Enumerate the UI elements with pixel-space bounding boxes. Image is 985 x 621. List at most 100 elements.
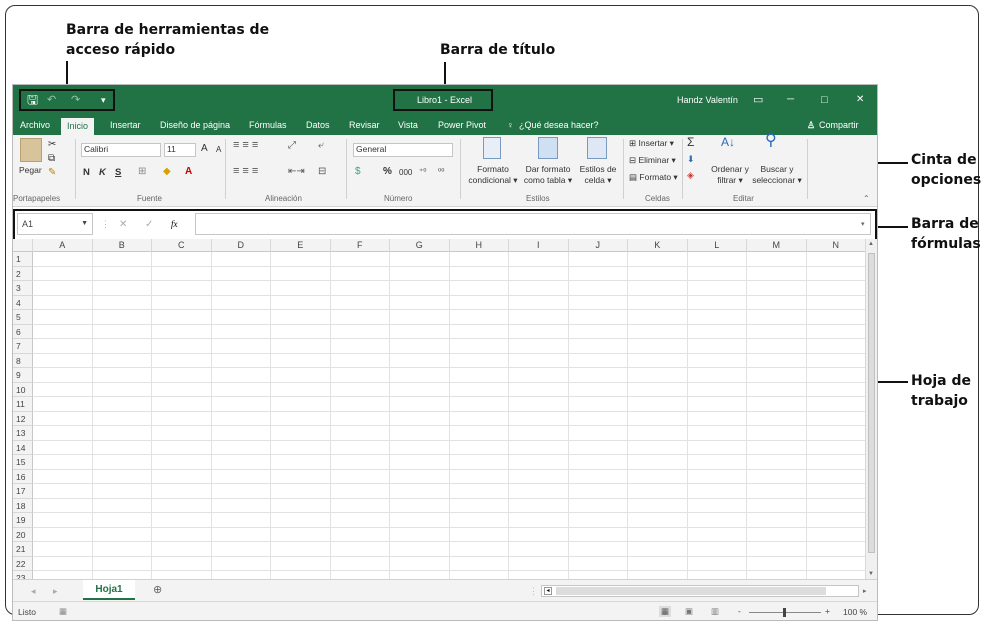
row-header[interactable]: 22 [13, 556, 33, 571]
row-header[interactable]: 5 [13, 310, 33, 325]
font-color-icon[interactable]: A [185, 166, 192, 177]
autosum-icon[interactable]: Σ [687, 136, 694, 148]
column-header[interactable]: E [271, 239, 331, 252]
row-header[interactable]: 21 [13, 542, 33, 557]
row-header[interactable]: 19 [13, 513, 33, 528]
grow-font-button[interactable]: A [201, 143, 208, 154]
find-select-button[interactable]: Buscar y seleccionar ▾ [751, 164, 803, 186]
column-header[interactable]: A [33, 239, 93, 252]
thousands-button[interactable]: 000 [399, 167, 412, 178]
tab-datos[interactable]: Datos [304, 115, 332, 135]
tab-diseno-pagina[interactable]: Diseño de página [158, 115, 232, 135]
collapse-ribbon-icon[interactable]: ⌃ [863, 193, 870, 204]
zoom-level[interactable]: 100 % [843, 607, 867, 618]
row-header[interactable]: 9 [13, 368, 33, 383]
column-header[interactable]: L [687, 239, 747, 252]
row-header[interactable]: 1 [13, 252, 33, 267]
scroll-right-icon[interactable]: ▸ [863, 586, 867, 597]
wrap-text-icon[interactable]: ⤶ [318, 140, 324, 151]
column-header[interactable]: G [390, 239, 450, 252]
paste-button[interactable]: Pegar [19, 165, 42, 176]
normal-view-icon[interactable]: ▦ [659, 606, 672, 617]
scroll-down-icon[interactable]: ▼ [868, 571, 874, 577]
find-select-icon[interactable]: ⚲ [765, 133, 777, 149]
tab-insertar[interactable]: Insertar [108, 115, 143, 135]
row-header[interactable]: 15 [13, 455, 33, 470]
font-size-select[interactable]: 11 [164, 143, 196, 157]
shrink-font-button[interactable]: A [216, 144, 221, 155]
cell-styles-button[interactable]: Estilos de celda ▾ [577, 164, 619, 186]
row-header[interactable]: 3 [13, 281, 33, 296]
share-button[interactable]: Compartir [817, 115, 861, 135]
number-format-select[interactable]: General [353, 143, 453, 157]
decrease-decimal-icon[interactable]: ⁰⁰ [438, 166, 444, 177]
horizontal-align-icons[interactable]: ≡≡≡ [233, 166, 261, 177]
fill-color-icon[interactable]: ◆ [163, 166, 171, 177]
row-header[interactable]: 11 [13, 397, 33, 412]
user-name[interactable]: Handz Valentín [677, 85, 738, 115]
tab-vista[interactable]: Vista [396, 115, 420, 135]
select-all-corner[interactable] [13, 239, 33, 252]
tab-revisar[interactable]: Revisar [347, 115, 382, 135]
delete-cells-button[interactable]: ⊟ Eliminar ▾ [629, 155, 676, 166]
zoom-out-button[interactable]: - [738, 606, 741, 617]
horizontal-scrollbar[interactable]: ◂ [541, 585, 859, 597]
minimize-icon[interactable]: ─ [787, 85, 794, 115]
column-header[interactable]: K [628, 239, 688, 252]
column-header[interactable]: C [152, 239, 212, 252]
row-header[interactable]: 17 [13, 484, 33, 499]
worksheet-grid[interactable]: A B C D E F G H I J K L M N 1 2 3 4 5 6 7 8 9 10 11 12 13 14 15 16 17 1… [13, 239, 865, 579]
percent-button[interactable]: % [383, 166, 392, 177]
row-header[interactable]: 12 [13, 411, 33, 426]
column-header[interactable]: B [92, 239, 152, 252]
next-sheet-icon[interactable]: ▸ [53, 586, 58, 597]
add-sheet-icon[interactable]: ⊕ [153, 585, 162, 596]
fill-icon[interactable]: ⬇ [687, 154, 695, 165]
sheet-tab-hoja1[interactable]: Hoja1 [83, 580, 135, 600]
horizontal-scroll-thumb[interactable] [556, 587, 826, 595]
ribbon-display-options-icon[interactable]: ▭ [753, 85, 763, 115]
tell-me-search[interactable]: ¿Qué desea hacer? [517, 115, 601, 135]
format-cells-button[interactable]: ▤ Formato ▾ [629, 172, 678, 183]
merge-center-icon[interactable]: ⊟ [318, 166, 326, 177]
format-painter-icon[interactable]: ✎ [48, 167, 56, 178]
tab-inicio[interactable]: Inicio [61, 118, 95, 135]
page-break-view-icon[interactable]: ▥ [711, 606, 719, 617]
macro-record-icon[interactable]: ▦ [59, 606, 67, 617]
row-header[interactable]: 10 [13, 382, 33, 397]
row-header[interactable]: 14 [13, 440, 33, 455]
accounting-format-icon[interactable]: $ [355, 166, 361, 177]
column-header[interactable]: I [509, 239, 569, 252]
cell-styles-icon[interactable] [587, 137, 607, 159]
row-header[interactable]: 8 [13, 353, 33, 368]
tab-formulas[interactable]: Fórmulas [247, 115, 289, 135]
sort-filter-button[interactable]: Ordenar y filtrar ▾ [709, 164, 751, 186]
conditional-format-button[interactable]: Formato condicional ▾ [467, 164, 519, 186]
orientation-icon[interactable]: ⤢ [288, 140, 296, 151]
close-icon[interactable]: ✕ [856, 85, 864, 115]
column-header[interactable]: M [747, 239, 807, 252]
row-header[interactable]: 6 [13, 324, 33, 339]
zoom-in-button[interactable]: + [825, 606, 830, 617]
column-header[interactable]: F [330, 239, 390, 252]
scroll-up-icon[interactable]: ▲ [868, 241, 874, 247]
borders-icon[interactable]: ⊞ [138, 166, 146, 177]
row-header[interactable]: 18 [13, 498, 33, 513]
copy-icon[interactable]: ⧉ [48, 153, 55, 164]
row-header[interactable]: 13 [13, 426, 33, 441]
sort-filter-icon[interactable]: A↓ [721, 136, 735, 148]
conditional-format-icon[interactable] [483, 137, 501, 159]
italic-button[interactable]: K [99, 167, 106, 178]
bold-button[interactable]: N [83, 167, 90, 178]
column-header[interactable]: D [211, 239, 271, 252]
paste-icon[interactable] [20, 138, 42, 162]
tab-split-grip-icon[interactable]: ⋮ [529, 586, 538, 597]
format-as-table-button[interactable]: Dar formato como tabla ▾ [519, 164, 577, 186]
maximize-icon[interactable]: □ [821, 85, 828, 115]
cut-icon[interactable]: ✂ [48, 139, 56, 150]
column-header[interactable]: H [449, 239, 509, 252]
underline-button[interactable]: S [115, 167, 121, 178]
row-header[interactable]: 20 [13, 527, 33, 542]
format-as-table-icon[interactable] [538, 137, 558, 159]
prev-sheet-icon[interactable]: ◂ [31, 586, 36, 597]
